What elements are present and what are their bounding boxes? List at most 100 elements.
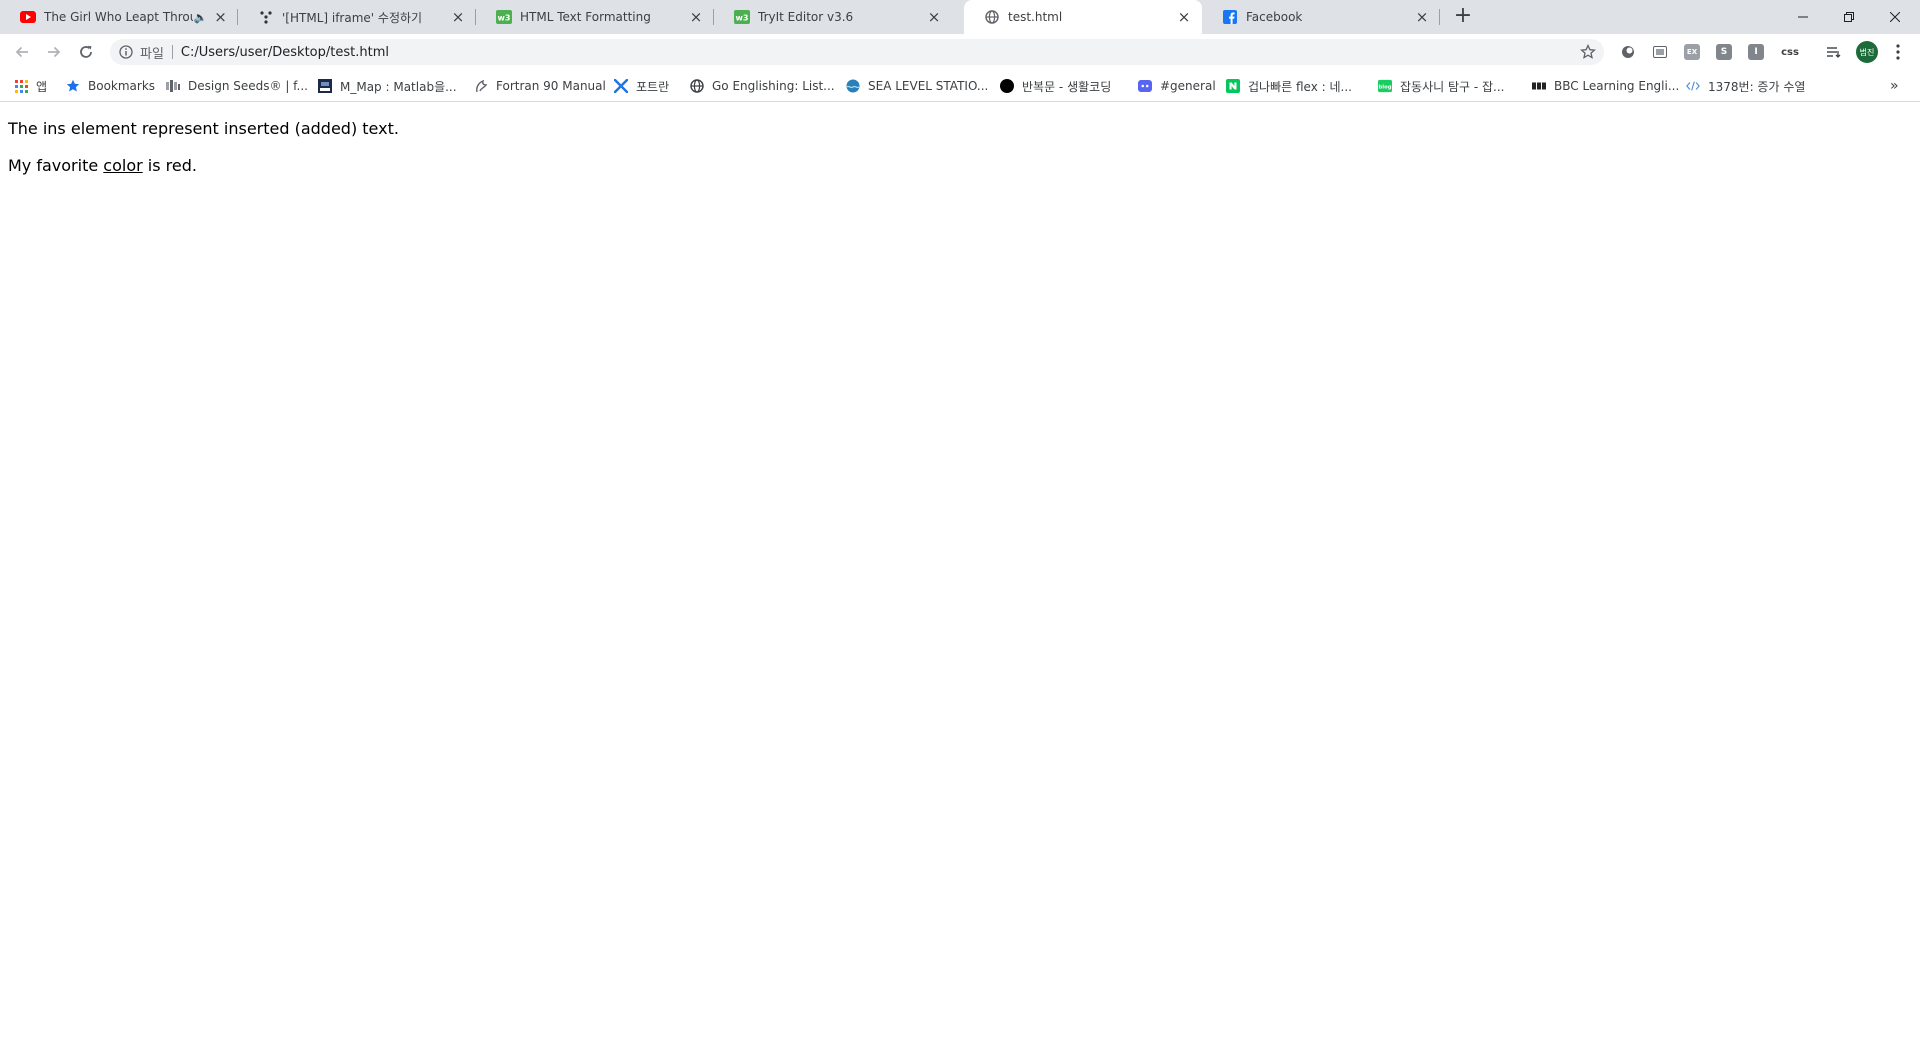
fortran-x-icon (614, 79, 628, 93)
bookmarks-overflow-chevron-icon[interactable]: » (1890, 77, 1899, 95)
bookmark-apps[interactable]: 앱 (14, 77, 47, 95)
tab-strip: The Girl Who Leapt Throug 🔈 × '[HTML] if… (0, 0, 1920, 34)
tab-separator (1439, 9, 1440, 25)
bookmark-bbc-learning[interactable]: BBC Learning Engli... (1532, 77, 1679, 95)
minimize-button[interactable] (1780, 0, 1826, 34)
bookmark-label: Design Seeds® | f... (188, 79, 308, 93)
profile-avatar[interactable]: 범진 (1856, 41, 1878, 63)
apps-grid-icon (14, 79, 28, 93)
bookmark-label: M_Map : Matlab을... (340, 79, 457, 94)
w3schools-icon: w3 (734, 9, 750, 25)
paragraph-favorite-color: My favorite color is red. (8, 155, 1908, 176)
bookmark-label: Fortran 90 Manual (496, 79, 606, 93)
tab-html-text-formatting[interactable]: w3 HTML Text Formatting × (476, 0, 714, 34)
tab-title: '[HTML] iframe' 수정하기 (282, 10, 423, 25)
back-arrow-icon (15, 46, 28, 58)
bookmark-jabdongsani[interactable]: blog 잡동사니 탐구 - 잡... (1378, 77, 1505, 95)
bookmark-baekjoon-1378[interactable]: 1378번: 증가 수열 (1686, 77, 1805, 95)
star-icon (66, 79, 80, 93)
mmap-icon (318, 79, 332, 93)
address-scheme-chip[interactable]: 파일 (140, 43, 164, 62)
bookmark-label: 앱 (36, 79, 48, 94)
inserted-text: color (103, 156, 143, 175)
bookmark-opentutorials[interactable]: 반복문 - 생활코딩 (1000, 77, 1111, 95)
ext-circle-icon[interactable] (1620, 44, 1636, 60)
menu-kebab-icon[interactable] (1890, 42, 1906, 62)
ext-s-icon[interactable]: S (1716, 44, 1732, 60)
info-icon[interactable] (118, 44, 134, 60)
bookmark-design-seeds[interactable]: Design Seeds® | f... (166, 77, 308, 95)
tab-facebook[interactable]: Facebook × (1202, 0, 1440, 34)
tab-title: The Girl Who Leapt Throug (44, 10, 194, 24)
reload-button[interactable] (72, 38, 100, 66)
forward-button[interactable] (40, 38, 68, 66)
ext-css-icon[interactable]: css (1780, 44, 1800, 60)
fortran-icon (474, 79, 488, 93)
bookmark-star-icon[interactable] (1580, 43, 1596, 60)
new-tab-button[interactable]: + (1452, 5, 1474, 28)
bookmark-fortran-kr[interactable]: 포트란 (614, 77, 669, 95)
ext-readinglist-icon[interactable] (1826, 44, 1842, 60)
tab-close-icon[interactable]: × (688, 9, 704, 25)
bookmark-fortran-manual[interactable]: Fortran 90 Manual (474, 77, 606, 95)
paragraph-ins-description: The ins element represent inserted (adde… (8, 119, 399, 138)
browser-toolbar: 파일 C:/Users/user/Desktop/test.html EX S … (0, 34, 1920, 70)
ext-ex-icon[interactable]: EX (1684, 44, 1700, 60)
tab-tryit-editor[interactable]: w3 TryIt Editor v3.6 × (714, 0, 952, 34)
youtube-icon (20, 9, 36, 25)
tab-close-icon[interactable]: × (213, 9, 228, 25)
text-after: is red. (142, 156, 197, 175)
bookmark-label: 잡동사니 탐구 - 잡... (1400, 79, 1505, 94)
bookmark-flex-naver[interactable]: 겁나빠른 flex : 네... (1226, 77, 1352, 95)
bookmark-m-map[interactable]: M_Map : Matlab을... (318, 77, 457, 95)
page-content: The ins element represent inserted (adde… (8, 102, 1908, 176)
close-icon (1890, 12, 1900, 22)
tab-test-html[interactable]: test.html × (964, 0, 1202, 34)
w3schools-icon: w3 (496, 9, 512, 25)
speaker-mute-icon[interactable]: 🔈 (193, 11, 207, 24)
tab-close-icon[interactable]: × (450, 9, 466, 25)
black-circle-icon (1000, 79, 1014, 93)
tab-title: Facebook (1246, 10, 1303, 24)
velog-icon (258, 9, 274, 25)
bookmark-label: 겁나빠른 flex : 네... (1248, 79, 1352, 94)
address-url[interactable]: C:/Users/user/Desktop/test.html (181, 45, 389, 60)
bookmark-label: 1378번: 증가 수열 (1708, 79, 1806, 94)
address-divider (171, 45, 173, 59)
bookmark-label: #general (1160, 79, 1216, 93)
tab-title: HTML Text Formatting (520, 10, 651, 24)
bookmark-label: SEA LEVEL STATIO... (868, 79, 989, 93)
reload-icon (80, 45, 92, 58)
bookmark-label: 포트란 (636, 79, 670, 94)
sea-level-icon (846, 79, 860, 93)
tab-velog[interactable]: '[HTML] iframe' 수정하기 × (238, 0, 476, 34)
close-window-button[interactable] (1872, 0, 1918, 34)
bookmark-general-discord[interactable]: #general (1138, 77, 1216, 95)
bookmark-label: Go Englishing: List... (712, 79, 835, 93)
address-bar[interactable]: 파일 C:/Users/user/Desktop/test.html (110, 39, 1604, 65)
forward-arrow-icon (48, 46, 61, 58)
code-icon (1686, 79, 1700, 93)
tab-youtube[interactable]: The Girl Who Leapt Throug 🔈 × (0, 0, 238, 34)
svg-text:w3: w3 (736, 14, 749, 23)
restore-icon (1844, 12, 1854, 22)
facebook-icon (1222, 9, 1238, 25)
restore-button[interactable] (1826, 0, 1872, 34)
tab-close-icon[interactable]: × (1176, 9, 1192, 25)
svg-text:blog: blog (1379, 85, 1392, 91)
globe-icon (984, 9, 1000, 25)
svg-text:w3: w3 (498, 14, 511, 23)
text-before: My favorite (8, 156, 104, 175)
tab-close-icon[interactable]: × (926, 9, 942, 25)
bookmark-label: BBC Learning Engli... (1554, 79, 1680, 93)
back-button[interactable] (8, 38, 36, 66)
discord-icon (1138, 79, 1152, 93)
ext-screen-icon[interactable] (1652, 44, 1668, 60)
tab-title: test.html (1008, 10, 1063, 24)
bookmark-go-englishing[interactable]: Go Englishing: List... (690, 77, 835, 95)
bookmark-bookmarks[interactable]: Bookmarks (66, 77, 155, 95)
bookmarks-bar: 앱 Bookmarks Design Seeds® | f... M_Map :… (0, 70, 1920, 102)
ext-i-icon[interactable]: I (1748, 44, 1764, 60)
tab-close-icon[interactable]: × (1414, 9, 1430, 25)
bookmark-sea-level-station[interactable]: SEA LEVEL STATIO... (846, 77, 988, 95)
